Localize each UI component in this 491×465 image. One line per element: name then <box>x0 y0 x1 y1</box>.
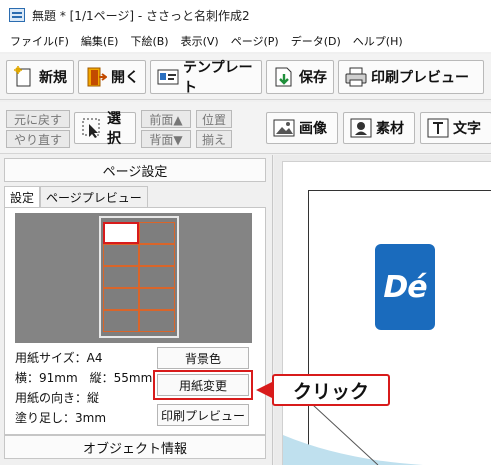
new-button-label: 新規 <box>39 70 67 86</box>
menu-edit[interactable]: 編集(E) <box>75 33 125 49</box>
page-settings-panel: ページ設定 設定 ページプレビュー 用紙サイズ：A4 横：91mm 縦：55mm… <box>0 155 273 465</box>
align-button-bottom[interactable]: 揃え <box>196 130 232 148</box>
click-callout: クリック <box>272 374 390 406</box>
template-card-icon <box>157 66 179 88</box>
panel-tabs: 設定 ページプレビュー <box>4 186 148 208</box>
menu-view[interactable]: 表示(V) <box>175 33 225 49</box>
callout-arrow <box>256 382 272 398</box>
object-info-header[interactable]: オブジェクト情報 <box>4 435 266 459</box>
tab-page-preview[interactable]: ページプレビュー <box>40 186 148 208</box>
window-title: 無題 * [1/1ページ] - ささっと名刺作成2 <box>32 8 250 23</box>
menu-page[interactable]: ページ(P) <box>225 33 285 49</box>
card-cell[interactable] <box>139 244 175 266</box>
printer-icon <box>345 66 367 88</box>
save-icon <box>273 66 295 88</box>
image-icon <box>273 117 295 139</box>
paper-sheet <box>99 216 179 338</box>
open-button[interactable]: 開く <box>78 60 146 94</box>
change-paper-button[interactable]: 用紙変更 <box>153 370 253 400</box>
new-button[interactable]: 新規 <box>6 60 74 94</box>
new-document-icon <box>13 66 35 88</box>
card-cell[interactable] <box>103 310 139 332</box>
select-button-label: 選択 <box>107 111 121 147</box>
paper-size-text: 用紙サイズ：A4 <box>15 351 103 365</box>
bleed-text: 塗り足し：3mm <box>15 411 107 425</box>
canvas-area: Dé <box>274 155 491 465</box>
edit-toolbar: 元に戻す やり直す 選択 前面▲ 背面▼ 位置 揃え 画像 素材 文字 <box>0 102 491 154</box>
material-button[interactable]: 素材 <box>343 112 415 144</box>
template-button-label: テンプレート <box>183 60 253 96</box>
image-button-label: 画像 <box>299 121 327 137</box>
logo-text: Dé <box>383 269 427 305</box>
image-button[interactable]: 画像 <box>266 112 338 144</box>
menu-file[interactable]: ファイル(F) <box>4 33 75 49</box>
print-preview-button[interactable]: 印刷プレビュー <box>338 60 484 94</box>
menu-background[interactable]: 下絵(B) <box>124 33 174 49</box>
print-preview-side-button[interactable]: 印刷プレビュー <box>157 404 249 426</box>
main-toolbar: 新規 開く テンプレート 保存 印刷プレビュー <box>0 54 491 100</box>
tab-settings[interactable]: 設定 <box>4 186 41 208</box>
card-cell[interactable] <box>139 310 175 332</box>
cursor-icon <box>81 117 103 139</box>
card-dimensions-text: 横：91mm 縦：55mm <box>15 371 153 385</box>
menu-help[interactable]: ヘルプ(H) <box>347 33 409 49</box>
panel-title: ページ設定 <box>4 158 266 182</box>
template-button[interactable]: テンプレート <box>150 60 262 96</box>
paper-orientation-text: 用紙の向き：縦 <box>15 391 100 405</box>
card-canvas[interactable]: Dé <box>282 161 491 465</box>
select-button[interactable]: 選択 <box>74 111 136 147</box>
send-back-button[interactable]: 背面▼ <box>141 130 191 148</box>
app-icon <box>9 8 25 22</box>
app-logo[interactable]: Dé <box>375 244 435 330</box>
card-cell[interactable] <box>103 244 139 266</box>
menu-data[interactable]: データ(D) <box>285 33 347 49</box>
sheet-preview <box>15 213 252 343</box>
decorative-swoosh <box>283 405 423 465</box>
open-door-icon <box>85 66 107 88</box>
print-preview-button-label: 印刷プレビュー <box>371 70 469 86</box>
title-bar: 無題 * [1/1ページ] - ささっと名刺作成2 <box>0 0 491 30</box>
redo-button[interactable]: やり直す <box>6 130 70 148</box>
bring-front-button[interactable]: 前面▲ <box>141 110 191 128</box>
card-cell[interactable] <box>139 222 175 244</box>
text-button[interactable]: 文字 <box>420 112 491 144</box>
card-cell[interactable] <box>139 266 175 288</box>
card-cell[interactable] <box>103 288 139 310</box>
material-button-label: 素材 <box>376 121 404 137</box>
background-color-button[interactable]: 背景色 <box>157 347 249 369</box>
undo-button[interactable]: 元に戻す <box>6 110 70 128</box>
menu-bar: ファイル(F) 編集(E) 下絵(B) 表示(V) ページ(P) データ(D) … <box>0 30 491 52</box>
save-button[interactable]: 保存 <box>266 60 334 94</box>
card-cell[interactable] <box>139 288 175 310</box>
material-icon <box>350 117 372 139</box>
card-cell[interactable] <box>103 266 139 288</box>
selected-card-cell[interactable] <box>103 222 139 244</box>
align-button-top[interactable]: 位置 <box>196 110 232 128</box>
text-button-label: 文字 <box>453 121 481 137</box>
save-button-label: 保存 <box>299 70 327 86</box>
open-button-label: 開く <box>111 70 139 86</box>
text-tool-icon <box>427 117 449 139</box>
settings-tab-content: 用紙サイズ：A4 横：91mm 縦：55mm 用紙の向き：縦 塗り足し：3mm … <box>4 207 266 435</box>
